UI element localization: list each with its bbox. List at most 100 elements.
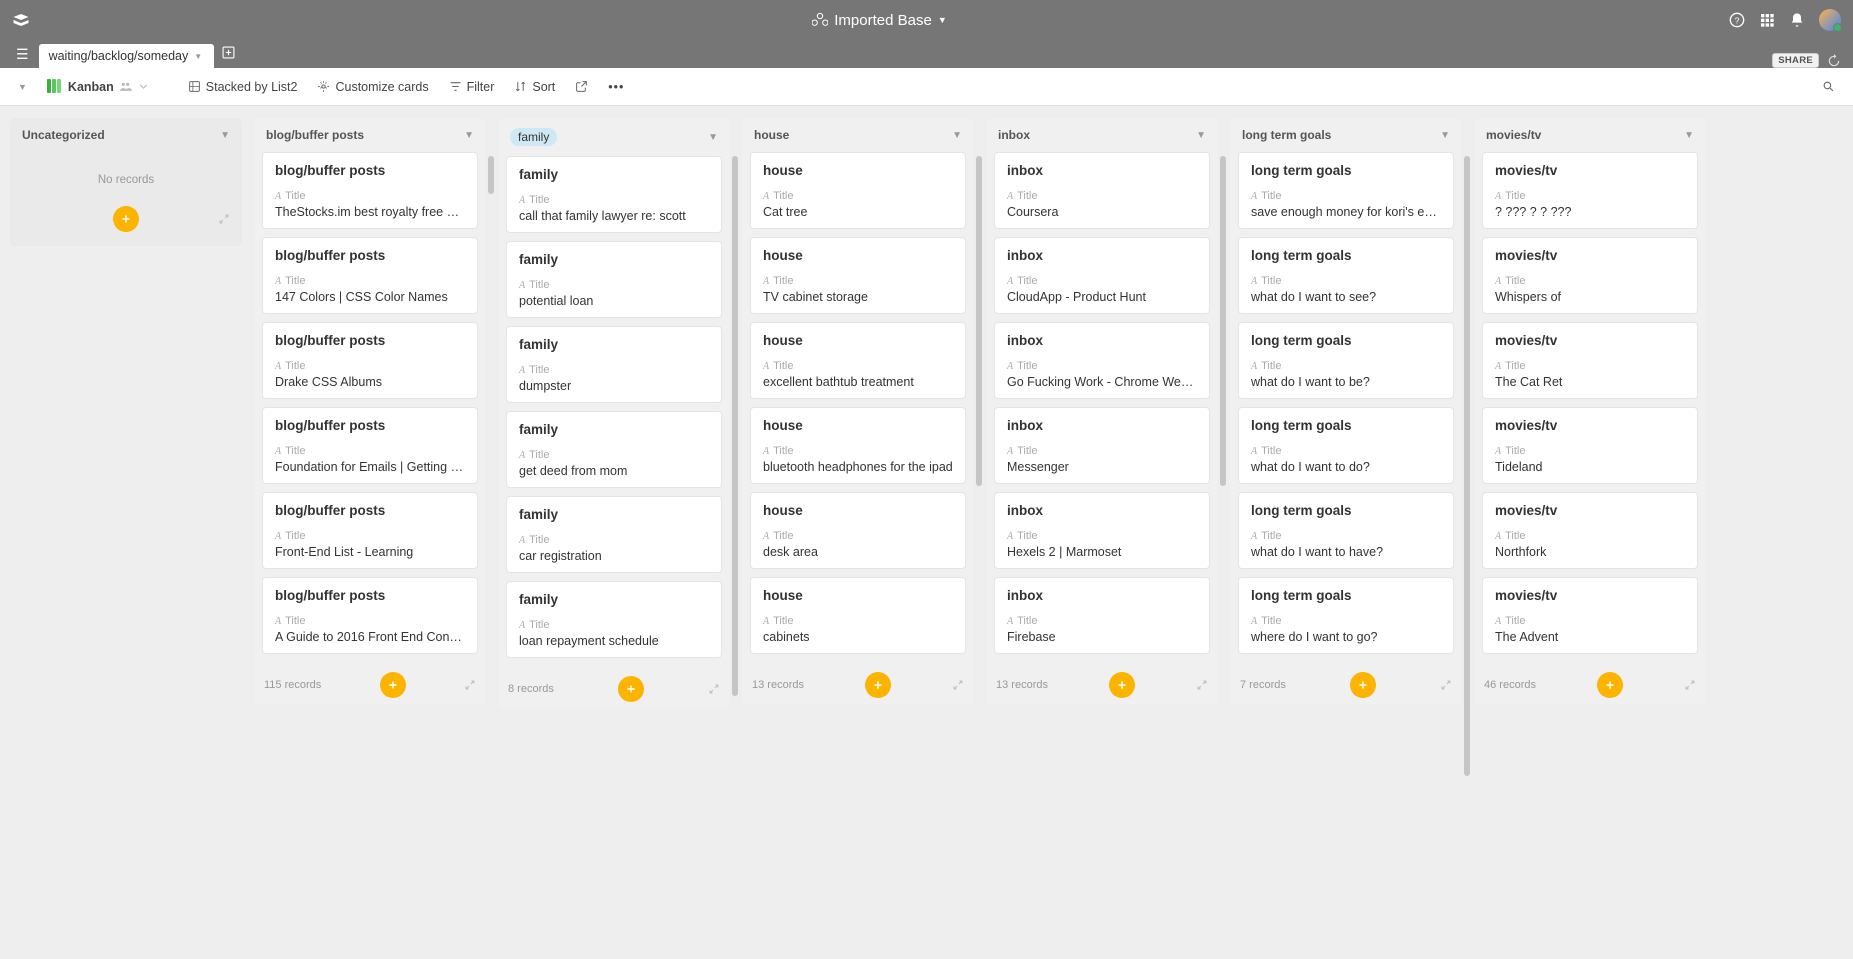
add-record-button[interactable] bbox=[1350, 672, 1376, 698]
views-menu-toggle[interactable]: ▼ bbox=[10, 78, 35, 96]
column-header[interactable]: long term goals▼ bbox=[1230, 118, 1462, 152]
column-header[interactable]: inbox▼ bbox=[986, 118, 1218, 152]
bell-icon[interactable] bbox=[1789, 12, 1805, 28]
tab-active[interactable]: waiting/backlog/someday ▼ bbox=[39, 44, 215, 68]
record-card[interactable]: familyA Titledumpster bbox=[506, 326, 722, 403]
column-header[interactable]: movies/tv▼ bbox=[1474, 118, 1706, 152]
field-value: TheStocks.im best royalty free stoc… bbox=[275, 205, 465, 219]
record-card[interactable]: long term goalsA Titlewhat do I want to … bbox=[1238, 322, 1454, 399]
record-card[interactable]: houseA TitleTV cabinet storage bbox=[750, 237, 966, 314]
add-table-button[interactable] bbox=[216, 42, 241, 67]
base-title[interactable]: Imported Base ▼ bbox=[30, 12, 1729, 29]
column-cards[interactable]: houseA TitleCat tree houseA TitleTV cabin… bbox=[742, 152, 974, 666]
column-header[interactable]: family▼ bbox=[498, 118, 730, 156]
column-cards[interactable]: movies/tvA Title? ??? ? ? ??? movies/tvA … bbox=[1474, 152, 1706, 666]
scrollbar-thumb[interactable] bbox=[732, 156, 738, 696]
record-card[interactable]: movies/tvA TitleNorthfork bbox=[1482, 492, 1698, 569]
record-card[interactable]: inboxA TitleMessenger bbox=[994, 407, 1210, 484]
record-card[interactable]: long term goalsA Titlewhere do I want to… bbox=[1238, 577, 1454, 654]
filter-button[interactable]: Filter bbox=[441, 76, 503, 98]
history-icon[interactable] bbox=[1827, 54, 1841, 68]
column-header[interactable]: house▼ bbox=[742, 118, 974, 152]
avatar[interactable] bbox=[1819, 9, 1841, 31]
stacked-by-button[interactable]: Stacked by List2 bbox=[180, 76, 306, 98]
search-button[interactable] bbox=[1814, 76, 1843, 97]
add-record-button[interactable] bbox=[865, 672, 891, 698]
scrollbar-thumb[interactable] bbox=[976, 156, 982, 486]
add-record-button[interactable] bbox=[380, 672, 406, 698]
airtable-logo-icon[interactable] bbox=[12, 11, 30, 29]
record-card[interactable]: blog/buffer postsA TitleTheStocks.im bes… bbox=[262, 152, 478, 229]
add-record-button[interactable] bbox=[113, 206, 139, 232]
chevron-down-icon[interactable]: ▼ bbox=[708, 132, 718, 143]
record-card[interactable]: familyA Titlepotential loan bbox=[506, 241, 722, 318]
more-options-button[interactable]: ••• bbox=[600, 76, 632, 98]
record-card[interactable]: blog/buffer postsA TitleFront-End List -… bbox=[262, 492, 478, 569]
customize-cards-button[interactable]: Customize cards bbox=[309, 76, 436, 98]
record-card[interactable]: long term goalsA Titlesave enough money … bbox=[1238, 152, 1454, 229]
expand-icon[interactable] bbox=[218, 213, 230, 225]
sidebar-toggle-icon[interactable]: ☰ bbox=[8, 42, 37, 67]
expand-icon[interactable] bbox=[708, 683, 720, 695]
add-record-button[interactable] bbox=[1597, 672, 1623, 698]
column-cards[interactable]: long term goalsA Titlesave enough money … bbox=[1230, 152, 1462, 666]
expand-icon[interactable] bbox=[952, 679, 964, 691]
chevron-down-icon[interactable]: ▼ bbox=[1440, 130, 1450, 141]
column-cards[interactable]: familyA Titlecall that family lawyer re:… bbox=[498, 156, 730, 670]
chevron-down-icon[interactable]: ▼ bbox=[194, 52, 202, 61]
scrollbar-thumb[interactable] bbox=[488, 156, 494, 194]
record-card[interactable]: movies/tvA TitleThe Advent bbox=[1482, 577, 1698, 654]
record-card[interactable]: houseA TitleCat tree bbox=[750, 152, 966, 229]
add-record-button[interactable] bbox=[618, 676, 644, 702]
record-card[interactable]: inboxA TitleGo Fucking Work - Chrome Web… bbox=[994, 322, 1210, 399]
column-header[interactable]: Uncategorized▼ bbox=[10, 118, 242, 152]
field-label: A Title bbox=[763, 615, 953, 627]
view-switcher[interactable]: Kanban bbox=[39, 75, 158, 99]
record-card[interactable]: houseA Titlebluetooth headphones for the… bbox=[750, 407, 966, 484]
record-card[interactable]: inboxA TitleCloudApp - Product Hunt bbox=[994, 237, 1210, 314]
sort-button[interactable]: Sort bbox=[506, 76, 563, 98]
kanban-board-scroll[interactable]: Uncategorized▼No recordsblog/buffer post… bbox=[0, 106, 1853, 959]
chevron-down-icon[interactable]: ▼ bbox=[464, 130, 474, 141]
record-card[interactable]: long term goalsA Titlewhat do I want to … bbox=[1238, 237, 1454, 314]
record-card[interactable]: houseA Titlecabinets bbox=[750, 577, 966, 654]
expand-icon[interactable] bbox=[1440, 679, 1452, 691]
share-button[interactable]: SHARE bbox=[1772, 53, 1819, 68]
apps-grid-icon[interactable] bbox=[1759, 12, 1775, 28]
record-card[interactable]: inboxA TitleCoursera bbox=[994, 152, 1210, 229]
column-header[interactable]: blog/buffer posts▼ bbox=[254, 118, 486, 152]
record-card[interactable]: inboxA TitleFirebase bbox=[994, 577, 1210, 654]
chevron-down-icon[interactable]: ▼ bbox=[1196, 130, 1206, 141]
record-card[interactable]: blog/buffer postsA Title147 Colors | CSS… bbox=[262, 237, 478, 314]
record-card[interactable]: houseA Titleexcellent bathtub treatment bbox=[750, 322, 966, 399]
field-label: A Title bbox=[275, 360, 465, 372]
record-card[interactable]: blog/buffer postsA TitleA Guide to 2016 … bbox=[262, 577, 478, 654]
record-card[interactable]: long term goalsA Titlewhat do I want to … bbox=[1238, 407, 1454, 484]
expand-icon[interactable] bbox=[1196, 679, 1208, 691]
help-icon[interactable]: ? bbox=[1729, 12, 1745, 28]
scrollbar-thumb[interactable] bbox=[1220, 156, 1226, 486]
record-card[interactable]: inboxA TitleHexels 2 | Marmoset bbox=[994, 492, 1210, 569]
record-card[interactable]: familyA Titlecar registration bbox=[506, 496, 722, 573]
record-card[interactable]: blog/buffer postsA TitleFoundation for E… bbox=[262, 407, 478, 484]
record-card[interactable]: blog/buffer postsA TitleDrake CSS Albums bbox=[262, 322, 478, 399]
scrollbar-thumb[interactable] bbox=[1464, 156, 1470, 776]
share-view-button[interactable] bbox=[567, 76, 596, 97]
record-card[interactable]: familyA Titlecall that family lawyer re:… bbox=[506, 156, 722, 233]
record-card[interactable]: movies/tvA Title? ??? ? ? ??? bbox=[1482, 152, 1698, 229]
column-cards[interactable]: inboxA TitleCoursera inboxA TitleCloudApp… bbox=[986, 152, 1218, 666]
chevron-down-icon[interactable]: ▼ bbox=[220, 130, 230, 141]
chevron-down-icon[interactable]: ▼ bbox=[1684, 130, 1694, 141]
add-record-button[interactable] bbox=[1109, 672, 1135, 698]
record-card[interactable]: movies/tvA TitleThe Cat Ret bbox=[1482, 322, 1698, 399]
column-cards[interactable]: blog/buffer postsA TitleTheStocks.im bes… bbox=[254, 152, 486, 666]
record-card[interactable]: long term goalsA Titlewhat do I want to … bbox=[1238, 492, 1454, 569]
expand-icon[interactable] bbox=[464, 679, 476, 691]
record-card[interactable]: houseA Titledesk area bbox=[750, 492, 966, 569]
chevron-down-icon[interactable]: ▼ bbox=[952, 130, 962, 141]
record-card[interactable]: movies/tvA TitleTideland bbox=[1482, 407, 1698, 484]
record-card[interactable]: familyA Titleloan repayment schedule bbox=[506, 581, 722, 658]
record-card[interactable]: familyA Titleget deed from mom bbox=[506, 411, 722, 488]
record-card[interactable]: movies/tvA TitleWhispers of bbox=[1482, 237, 1698, 314]
expand-icon[interactable] bbox=[1684, 679, 1696, 691]
